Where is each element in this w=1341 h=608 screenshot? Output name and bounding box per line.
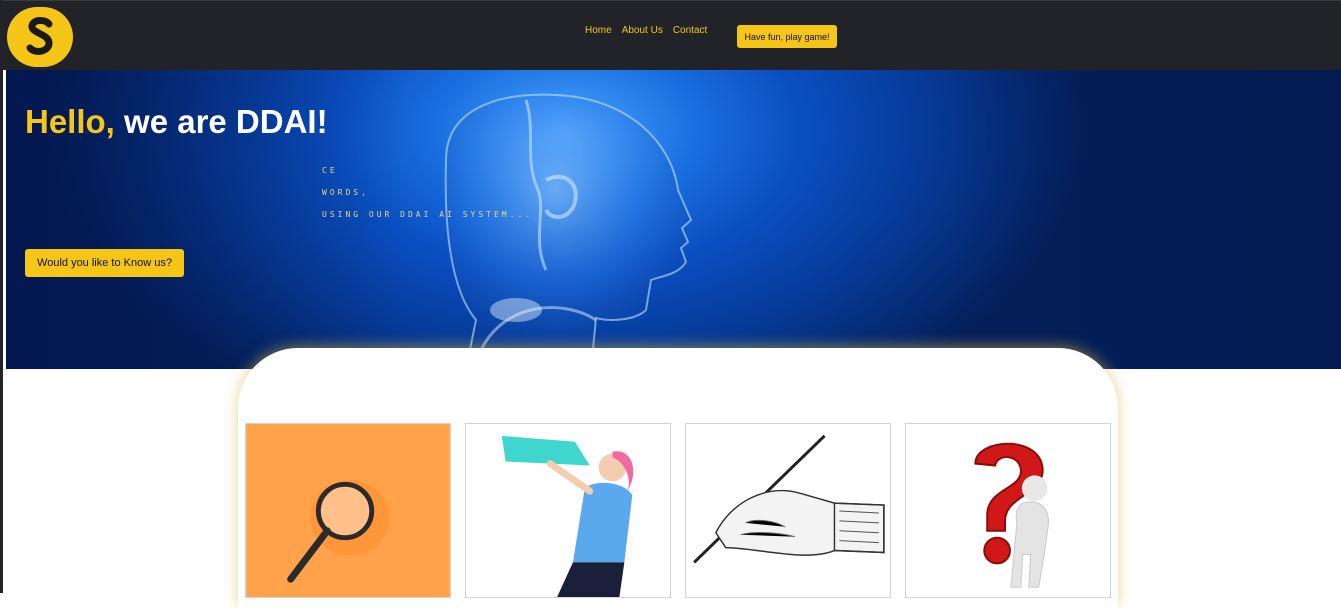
nav-link-about-us[interactable]: About Us	[622, 25, 663, 36]
hero-title-rest: we are DDAI!	[114, 103, 328, 140]
know-us-button[interactable]: Would you like to Know us?	[25, 249, 184, 277]
megaphone-girl-icon	[466, 424, 670, 597]
question-mark-figure-icon	[906, 424, 1110, 597]
site-logo[interactable]	[7, 7, 73, 67]
top-navbar: Home About Us Contact Have fun, play gam…	[3, 0, 1341, 70]
typed-text-line-2: WORDS,	[322, 188, 369, 197]
hand-writing-pen-icon	[686, 424, 890, 597]
hero-title: Hello, we are DDAI!	[25, 103, 328, 141]
logo-s-icon	[26, 17, 53, 55]
hero-title-accent: Hello,	[25, 103, 115, 140]
main-nav: Home About Us Contact	[585, 25, 707, 36]
hero-banner: Hello, we are DDAI! CE WORDS, USING OUR …	[6, 70, 1341, 369]
page-frame: Home About Us Contact Have fun, play gam…	[0, 0, 1341, 608]
play-game-button[interactable]: Have fun, play game!	[737, 25, 837, 48]
nav-link-home[interactable]: Home	[585, 25, 612, 36]
card-magnifying-glass[interactable]	[245, 423, 451, 598]
card-question-figure[interactable]	[905, 423, 1111, 598]
nav-link-contact[interactable]: Contact	[673, 25, 707, 36]
magnifying-glass-icon	[246, 424, 450, 597]
typed-text-line-1: CE	[322, 166, 338, 175]
card-hand-writing[interactable]	[685, 423, 891, 598]
card-megaphone-girl[interactable]	[465, 423, 671, 598]
typed-text-line-3: USING OUR DDAI AI SYSTEM...	[322, 210, 534, 219]
glass-head-image	[444, 93, 693, 369]
